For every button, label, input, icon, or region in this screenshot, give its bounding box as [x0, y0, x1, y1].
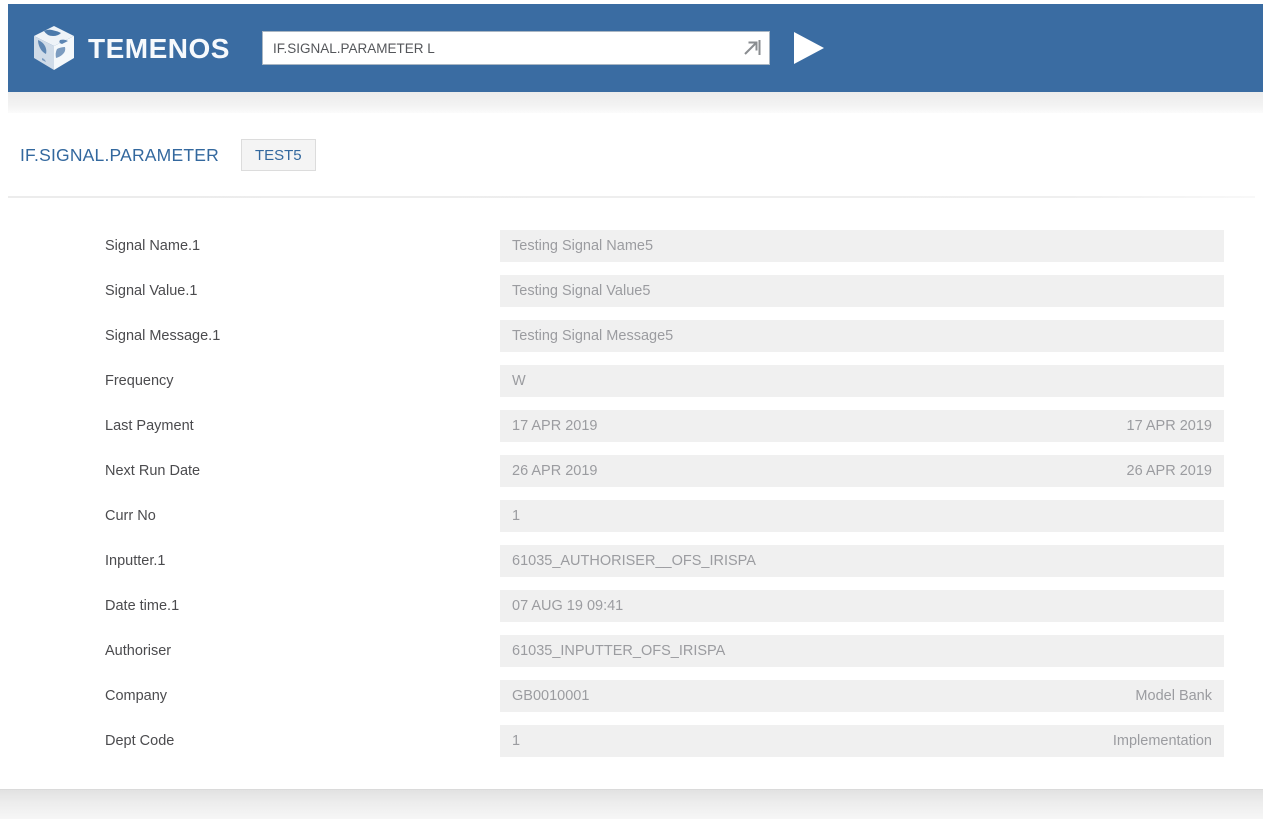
field-value-box[interactable]: 07 AUG 19 09:41 [500, 590, 1224, 622]
field-enrichment: 26 APR 2019 [1126, 463, 1212, 479]
field-label: Frequency [105, 373, 174, 389]
field-value: Testing Signal Value5 [512, 283, 651, 299]
goto-arrow-icon[interactable] [741, 37, 763, 59]
field-value: 1 [512, 508, 521, 524]
field-value: 1 [512, 733, 521, 749]
field-enrichment: Model Bank [1135, 688, 1212, 704]
record-form: Signal Name.1 Testing Signal Name5 Signa… [0, 230, 1263, 757]
field-value-box[interactable]: 61035_INPUTTER_OFS_IRISPA [500, 635, 1224, 667]
form-row: Signal Message.1 Testing Signal Message5 [105, 320, 1224, 352]
logo-text: TEMENOS [88, 33, 230, 64]
form-row: Signal Value.1 Testing Signal Value5 [105, 275, 1224, 307]
temenos-logo: TEMENOS [30, 24, 248, 72]
field-value-box[interactable]: W [500, 365, 1224, 397]
field-value: 17 APR 2019 [512, 418, 598, 434]
form-row: Last Payment 17 APR 2019 17 APR 2019 [105, 410, 1224, 442]
field-enrichment: 17 APR 2019 [1126, 418, 1212, 434]
field-label: Signal Value.1 [105, 283, 198, 299]
run-command-button[interactable] [790, 30, 826, 66]
form-row: Inputter.1 61035_AUTHORISER__OFS_IRISPA [105, 545, 1224, 577]
field-label: Dept Code [105, 733, 175, 749]
field-enrichment: Implementation [1112, 733, 1212, 749]
form-row: Signal Name.1 Testing Signal Name5 [105, 230, 1224, 262]
field-label: Date time.1 [105, 598, 180, 614]
field-value: 61035_AUTHORISER__OFS_IRISPA [512, 553, 756, 569]
top-banner: TEMENOS [8, 4, 1263, 92]
temenos-globe-icon [34, 26, 74, 70]
field-value: Testing Signal Name5 [512, 238, 654, 254]
field-value-box[interactable]: 1 [500, 500, 1224, 532]
field-value: Testing Signal Message5 [512, 328, 674, 344]
field-label: Authoriser [105, 643, 172, 659]
form-row: Date time.1 07 AUG 19 09:41 [105, 590, 1224, 622]
field-label: Last Payment [105, 418, 194, 434]
app-window: TEMENOS IF.SIGNAL.PARAMETER TEST5 Signal… [0, 0, 1263, 819]
record-id-badge[interactable]: TEST5 [240, 139, 316, 171]
command-line [262, 31, 770, 65]
form-row: Authoriser 61035_INPUTTER_OFS_IRISPA [105, 635, 1224, 667]
play-icon [794, 32, 824, 64]
title-divider [8, 196, 1255, 198]
field-value: 07 AUG 19 09:41 [512, 598, 624, 614]
field-value: 26 APR 2019 [512, 463, 598, 479]
field-value-box[interactable]: Testing Signal Value5 [500, 275, 1224, 307]
field-value: W [512, 373, 526, 389]
field-value-box[interactable]: 61035_AUTHORISER__OFS_IRISPA [500, 545, 1224, 577]
field-value-box[interactable]: 1 Implementation [500, 725, 1224, 757]
command-input[interactable] [262, 31, 770, 65]
field-value-box[interactable]: 17 APR 2019 17 APR 2019 [500, 410, 1224, 442]
bottom-bar [0, 789, 1263, 819]
field-value-box[interactable]: 26 APR 2019 26 APR 2019 [500, 455, 1224, 487]
field-label: Next Run Date [105, 463, 201, 479]
field-value-box[interactable]: Testing Signal Message5 [500, 320, 1224, 352]
form-row: Next Run Date 26 APR 2019 26 APR 2019 [105, 455, 1224, 487]
field-label: Company [105, 688, 168, 704]
field-value: 61035_INPUTTER_OFS_IRISPA [512, 643, 726, 659]
field-value: GB0010001 [512, 688, 590, 704]
field-value-box[interactable]: Testing Signal Name5 [500, 230, 1224, 262]
form-row: Dept Code 1 Implementation [105, 725, 1224, 757]
field-label: Inputter.1 [105, 553, 166, 569]
form-row: Frequency W [105, 365, 1224, 397]
field-label: Curr No [105, 508, 156, 524]
page-title: IF.SIGNAL.PARAMETER [20, 144, 219, 165]
field-label: Signal Message.1 [105, 328, 221, 344]
field-label: Signal Name.1 [105, 238, 201, 254]
form-row: Curr No 1 [105, 500, 1224, 532]
title-row: IF.SIGNAL.PARAMETER TEST5 [20, 138, 1263, 172]
content-area: IF.SIGNAL.PARAMETER TEST5 Signal Name.1 … [0, 113, 1263, 770]
header-shadow-strip [8, 92, 1263, 113]
field-value-box[interactable]: GB0010001 Model Bank [500, 680, 1224, 712]
form-row: Company GB0010001 Model Bank [105, 680, 1224, 712]
